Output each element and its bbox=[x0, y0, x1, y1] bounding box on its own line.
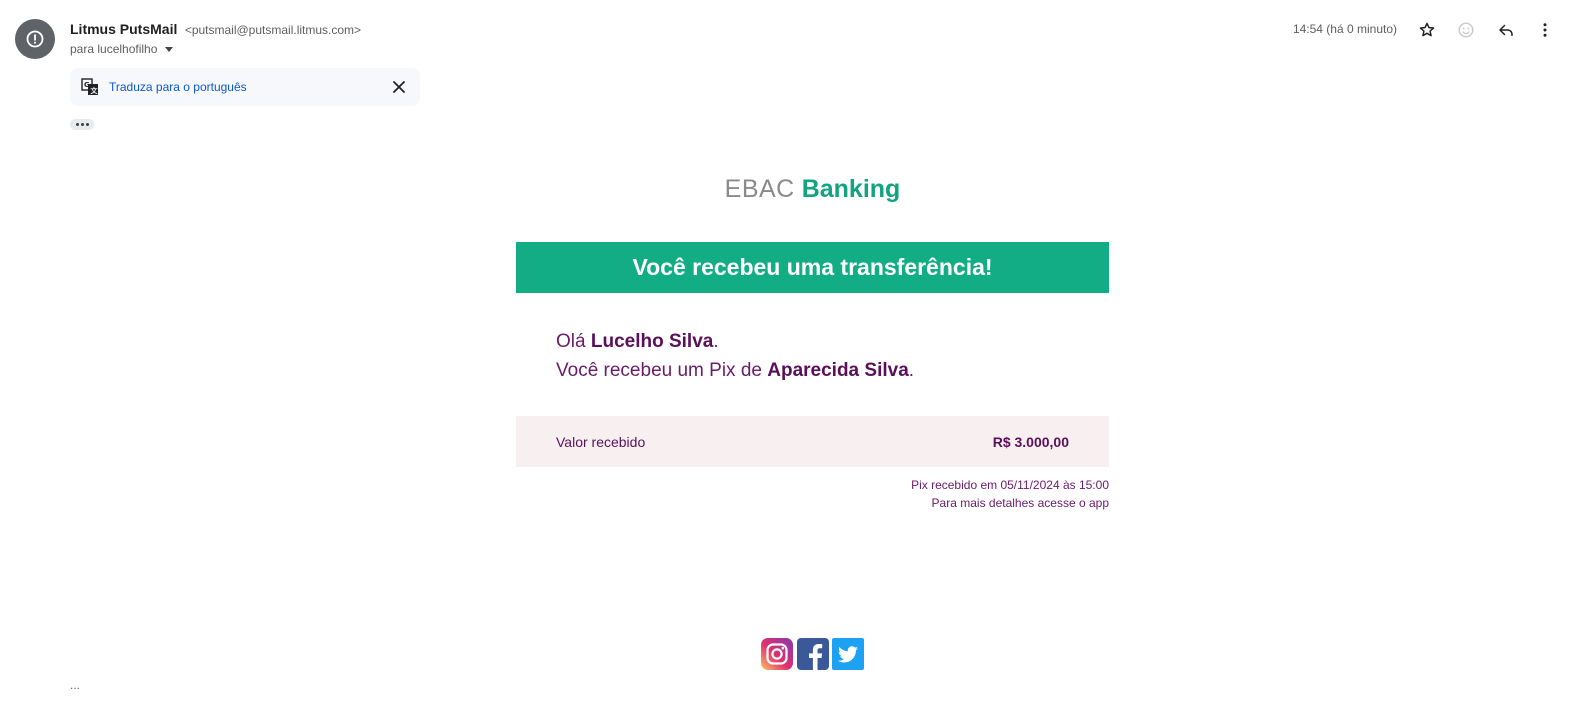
more-vert-icon bbox=[1543, 23, 1547, 37]
facebook-icon bbox=[797, 638, 829, 670]
amount-row: Valor recebido R$ 3.000,00 bbox=[516, 416, 1109, 467]
more-options-button[interactable] bbox=[1533, 18, 1557, 42]
sender-avatar[interactable] bbox=[15, 19, 55, 59]
translate-icon: G 文 bbox=[81, 78, 99, 95]
recipient-details-toggle[interactable]: para lucelhofilho bbox=[70, 42, 174, 56]
facebook-link[interactable] bbox=[797, 638, 829, 670]
greeting-line: Olá Lucelho Silva. bbox=[556, 327, 914, 356]
star-icon bbox=[1419, 22, 1435, 37]
recipient-name: Lucelho Silva bbox=[590, 331, 714, 352]
logo-ebac-text: EBAC bbox=[724, 175, 795, 203]
twitter-icon bbox=[832, 638, 864, 670]
instagram-link[interactable] bbox=[761, 638, 793, 670]
emoji-reaction-button[interactable] bbox=[1454, 18, 1478, 42]
twitter-link[interactable] bbox=[832, 638, 864, 670]
transfer-banner: Você recebeu uma transferência! bbox=[516, 242, 1109, 293]
dot bbox=[80, 123, 84, 126]
translate-link[interactable]: Traduza para o português bbox=[109, 80, 247, 94]
sender-email: <putsmail@putsmail.litmus.com> bbox=[184, 23, 362, 37]
warning-avatar-icon bbox=[26, 30, 44, 48]
reply-icon bbox=[1499, 24, 1513, 36]
instagram-icon bbox=[761, 638, 793, 670]
pix-suffix: . bbox=[908, 360, 915, 381]
greeting-suffix: . bbox=[713, 331, 719, 352]
sender-name[interactable]: Litmus PutsMail bbox=[70, 21, 177, 37]
pix-prefix: Você recebeu um Pix de bbox=[556, 360, 768, 381]
reply-button[interactable] bbox=[1494, 18, 1518, 42]
greeting-block: Olá Lucelho Silva. Você recebeu um Pix d… bbox=[556, 327, 914, 385]
logo-banking-text: Banking bbox=[801, 175, 901, 203]
message-time: 14:54 (há 0 minuto) bbox=[1292, 22, 1397, 36]
pix-sender-name: Aparecida Silva bbox=[767, 360, 909, 381]
greeting-prefix: Olá bbox=[556, 331, 591, 352]
sender-line: Litmus PutsMail <putsmail@putsmail.litmu… bbox=[70, 21, 361, 39]
star-button[interactable] bbox=[1415, 18, 1439, 42]
svg-text:G: G bbox=[84, 81, 90, 89]
show-trimmed-content-button[interactable] bbox=[70, 119, 94, 130]
translate-banner: G 文 Traduza para o português bbox=[70, 68, 420, 106]
translate-close-button[interactable] bbox=[390, 78, 408, 96]
pix-line: Você recebeu um Pix de Aparecida Silva. bbox=[556, 356, 914, 385]
svg-text:文: 文 bbox=[91, 86, 99, 95]
emoji-icon bbox=[1458, 22, 1474, 38]
trailing-ellipsis: ... bbox=[70, 678, 81, 692]
dot bbox=[85, 123, 89, 126]
received-note: Pix recebido em 05/11/2024 às 15:00 bbox=[911, 478, 1109, 492]
caret-down-icon bbox=[165, 46, 174, 52]
recipient-label: para lucelhofilho bbox=[70, 42, 158, 56]
amount-value: R$ 3.000,00 bbox=[992, 433, 1069, 450]
close-icon bbox=[393, 81, 405, 93]
ebac-banking-logo: EBAC Banking bbox=[516, 175, 1109, 204]
dot bbox=[75, 123, 79, 126]
details-note: Para mais detalhes acesse o app bbox=[931, 496, 1109, 510]
amount-label: Valor recebido bbox=[556, 433, 646, 450]
